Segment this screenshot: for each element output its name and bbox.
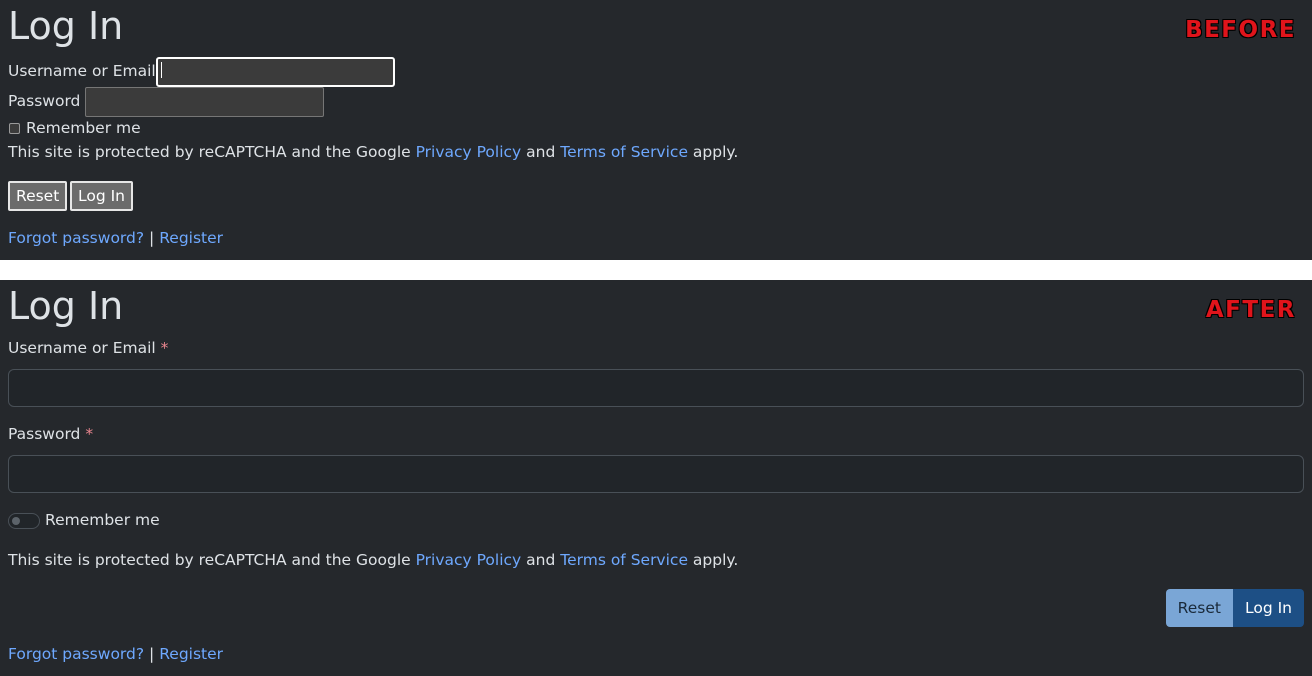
required-marker: * xyxy=(160,339,169,357)
remember-me-switch[interactable] xyxy=(8,513,40,529)
account-links: Forgot password? | Register xyxy=(8,229,223,247)
remember-me-label: Remember me xyxy=(45,511,160,529)
login-button[interactable]: Log In xyxy=(1232,589,1304,627)
recaptcha-notice: This site is protected by reCAPTCHA and … xyxy=(8,551,738,569)
remember-me-checkbox[interactable] xyxy=(9,123,20,134)
register-link[interactable]: Register xyxy=(159,229,223,247)
before-stamp: BEFORE xyxy=(1185,17,1296,43)
reset-button[interactable]: Reset xyxy=(8,181,68,211)
recaptcha-text: This site is protected by reCAPTCHA and … xyxy=(8,551,416,569)
forgot-password-link[interactable]: Forgot password? xyxy=(8,229,144,247)
link-separator: | xyxy=(149,645,155,663)
recaptcha-suffix: apply. xyxy=(687,551,739,569)
recaptcha-notice: This site is protected by reCAPTCHA and … xyxy=(8,143,738,161)
password-input[interactable] xyxy=(85,87,324,117)
remember-me-label: Remember me xyxy=(26,119,141,137)
page-title: Log In xyxy=(8,284,124,328)
username-input[interactable] xyxy=(8,369,1304,407)
required-marker: * xyxy=(85,425,94,443)
page-title: Log In xyxy=(8,4,124,48)
terms-of-service-link[interactable]: Terms of Service xyxy=(560,551,688,569)
terms-of-service-link[interactable]: Terms of Service xyxy=(560,143,688,161)
account-links: Forgot password? | Register xyxy=(8,645,223,663)
privacy-policy-link[interactable]: Privacy Policy xyxy=(416,143,522,161)
username-label-text: Username or Email xyxy=(8,339,156,357)
switch-knob xyxy=(12,517,20,525)
privacy-policy-link[interactable]: Privacy Policy xyxy=(416,551,522,569)
text-caret xyxy=(161,62,162,78)
username-label: Username or Email * xyxy=(8,339,168,357)
recaptcha-suffix: apply. xyxy=(687,143,739,161)
username-input[interactable] xyxy=(156,57,395,87)
register-link[interactable]: Register xyxy=(159,645,223,663)
password-label-text: Password xyxy=(8,425,81,443)
recaptcha-and: and xyxy=(521,143,561,161)
after-stamp: AFTER xyxy=(1205,297,1296,323)
after-panel: Log In AFTER Username or Email * Passwor… xyxy=(0,280,1312,676)
link-separator: | xyxy=(149,229,155,247)
password-label: Password xyxy=(8,92,81,110)
login-button[interactable]: Log In xyxy=(70,181,134,211)
reset-button[interactable]: Reset xyxy=(1165,589,1233,627)
form-button-group: Reset Log In xyxy=(1165,589,1304,627)
recaptcha-text: This site is protected by reCAPTCHA and … xyxy=(8,143,416,161)
password-input[interactable] xyxy=(8,455,1304,493)
username-label: Username or Email xyxy=(8,62,156,80)
before-panel: Log In BEFORE Username or Email Password… xyxy=(0,0,1312,260)
recaptcha-and: and xyxy=(521,551,561,569)
forgot-password-link[interactable]: Forgot password? xyxy=(8,645,144,663)
password-label: Password * xyxy=(8,425,93,443)
